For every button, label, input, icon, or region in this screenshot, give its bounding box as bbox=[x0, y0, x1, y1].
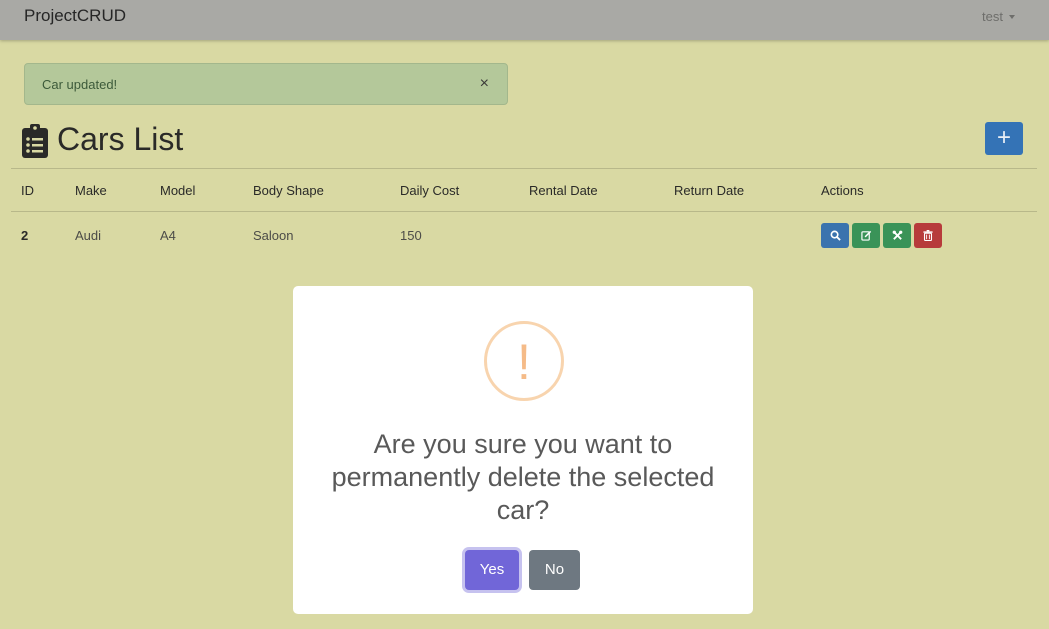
edit-icon bbox=[860, 230, 871, 241]
rent-car-button[interactable] bbox=[883, 222, 911, 248]
cell-return-date bbox=[674, 212, 821, 259]
column-header-rental-date: Rental Date bbox=[529, 168, 674, 212]
alert-message: Car updated! bbox=[42, 77, 118, 92]
add-car-button[interactable]: + bbox=[985, 122, 1023, 155]
confirm-yes-button[interactable]: Yes bbox=[465, 550, 519, 590]
search-icon bbox=[830, 230, 841, 241]
clipboard-list-icon bbox=[22, 124, 48, 158]
trash-icon bbox=[923, 229, 933, 241]
cell-actions bbox=[821, 212, 1037, 259]
success-alert: Car updated! × bbox=[24, 63, 508, 105]
cell-make: Audi bbox=[75, 227, 102, 243]
edit-car-button[interactable] bbox=[852, 222, 880, 248]
warning-mark: ! bbox=[517, 334, 531, 390]
dialog-title: Are you sure you want to permanently del… bbox=[331, 429, 715, 525]
column-header-actions: Actions bbox=[821, 168, 1037, 212]
user-menu[interactable]: test bbox=[982, 9, 1015, 24]
cell-model: A4 bbox=[160, 227, 176, 243]
column-header-return-date: Return Date bbox=[674, 168, 821, 212]
navbar: ProjectCRUD test bbox=[0, 0, 1049, 40]
cell-rental-date bbox=[529, 212, 674, 259]
page-title: Cars List bbox=[57, 121, 184, 157]
column-header-body-shape: Body Shape bbox=[253, 168, 400, 212]
cell-body-shape: Saloon bbox=[253, 227, 294, 243]
warning-icon: ! bbox=[484, 321, 564, 401]
user-name: test bbox=[982, 9, 1003, 24]
column-header-make: Make bbox=[75, 168, 160, 212]
cell-daily-cost: 150 bbox=[400, 227, 422, 243]
delete-car-button[interactable] bbox=[914, 222, 942, 248]
table-header-row: ID Make Model Body Shape Daily Cost Rent… bbox=[11, 168, 1037, 212]
caret-down-icon bbox=[1009, 15, 1015, 19]
cancel-no-button[interactable]: No bbox=[529, 550, 580, 590]
column-header-id: ID bbox=[11, 168, 75, 212]
view-car-button[interactable] bbox=[821, 222, 849, 248]
tools-icon bbox=[892, 230, 902, 240]
brand-link[interactable]: ProjectCRUD bbox=[24, 6, 126, 26]
column-header-model: Model bbox=[160, 168, 253, 212]
table-row: 2 Audi A4 Saloon 150 bbox=[11, 212, 1037, 259]
cell-id: 2 bbox=[21, 227, 29, 243]
delete-confirm-dialog: ! Are you sure you want to permanently d… bbox=[293, 286, 753, 614]
cars-table: ID Make Model Body Shape Daily Cost Rent… bbox=[11, 168, 1037, 258]
column-header-daily-cost: Daily Cost bbox=[400, 168, 529, 212]
close-icon[interactable]: × bbox=[480, 75, 489, 93]
